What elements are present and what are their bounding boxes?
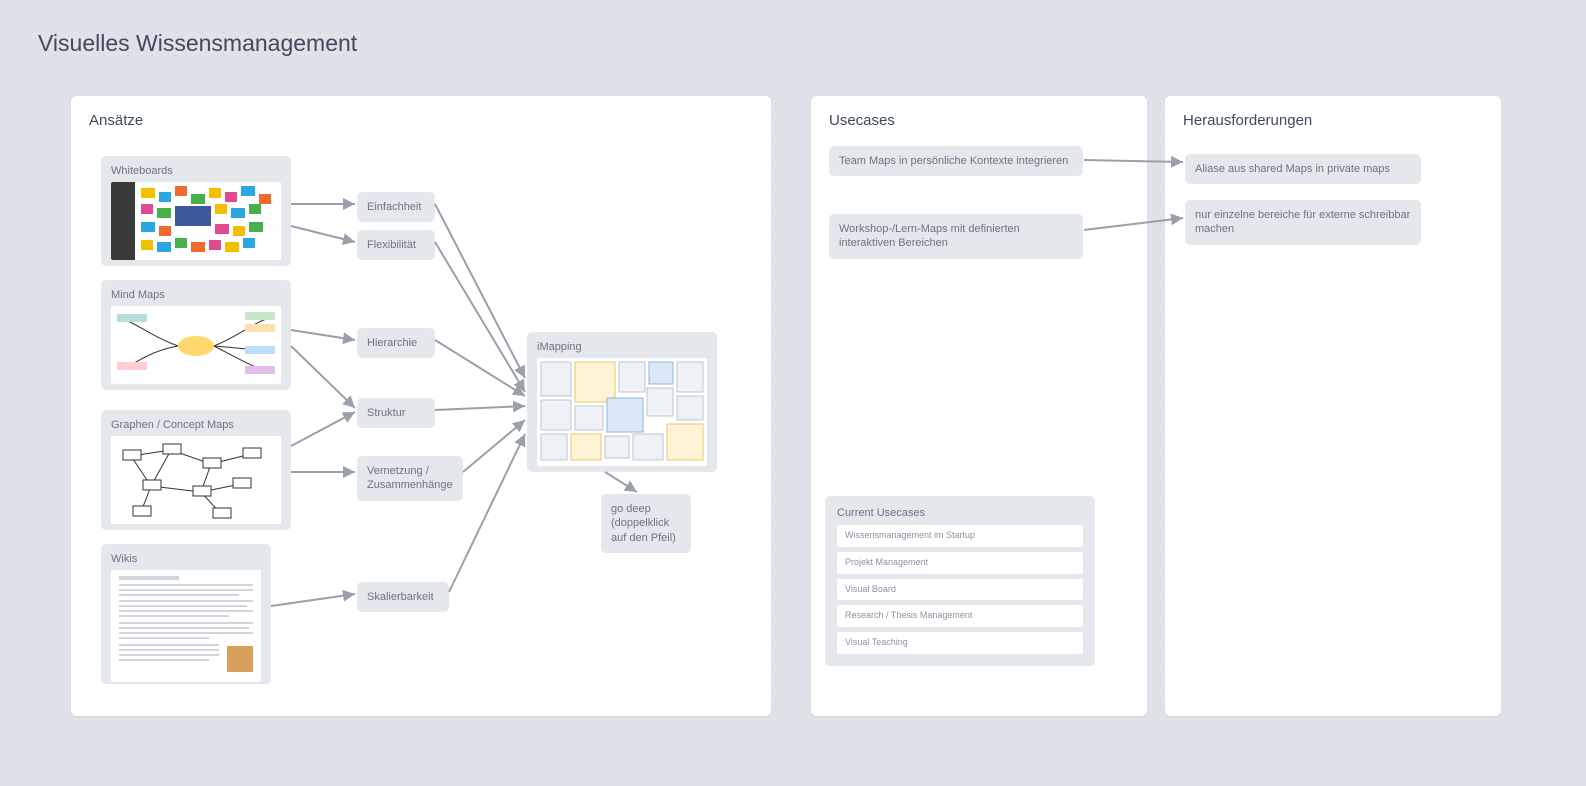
card-struktur[interactable]: Struktur	[357, 398, 435, 428]
card-wikis[interactable]: Wikis	[101, 544, 271, 684]
card-mindmaps[interactable]: Mind Maps	[101, 280, 291, 390]
thumb-mindmaps	[111, 306, 281, 384]
thumb-wikis	[111, 570, 261, 682]
page-title: Visuelles Wissensmanagement	[38, 30, 357, 57]
panel-ansatze[interactable]: Ansätze Whiteboards Mind Maps	[71, 96, 771, 716]
panel-usecases[interactable]: Usecases Team Maps in persönliche Kontex…	[811, 96, 1147, 716]
card-einfachheit[interactable]: Einfachheit	[357, 192, 435, 222]
label-graphen: Graphen / Concept Maps	[111, 418, 281, 432]
card-usecase-workshop[interactable]: Workshop-/Lern-Maps mit definierten inte…	[829, 214, 1083, 259]
card-usecase-team[interactable]: Team Maps in persönliche Kontexte integr…	[829, 146, 1083, 176]
label-current-usecases: Current Usecases	[837, 506, 1083, 520]
current-item-3[interactable]: Research / Thesis Management	[837, 605, 1083, 627]
card-godeep-hint[interactable]: go deep (doppelklick auf den Pfeil)	[601, 494, 691, 553]
card-graphen[interactable]: Graphen / Concept Maps	[101, 410, 291, 530]
card-hierarchie[interactable]: Hierarchie	[357, 328, 435, 358]
current-item-0[interactable]: Wissensmanagement im Startup	[837, 525, 1083, 547]
current-item-1[interactable]: Projekt Management	[837, 552, 1083, 574]
card-skalierbarkeit[interactable]: Skalierbarkeit	[357, 582, 449, 612]
current-item-2[interactable]: Visual Board	[837, 579, 1083, 601]
card-imapping[interactable]: iMapping	[527, 332, 717, 472]
current-item-4[interactable]: Visual Teaching	[837, 632, 1083, 654]
label-wikis: Wikis	[111, 552, 261, 566]
thumb-whiteboards	[111, 182, 281, 260]
canvas[interactable]: Visuelles Wissensmanagement Ansätze Whit…	[0, 0, 1586, 786]
thumb-graphen	[111, 436, 281, 524]
card-heraus-bereiche[interactable]: nur einzelne bereiche für externe schrei…	[1185, 200, 1421, 245]
label-mindmaps: Mind Maps	[111, 288, 281, 302]
panel-usecases-title: Usecases	[829, 112, 1129, 129]
label-imapping: iMapping	[537, 340, 707, 354]
panel-ansatze-title: Ansätze	[89, 112, 753, 129]
card-heraus-aliase[interactable]: Aliase aus shared Maps in private maps	[1185, 154, 1421, 184]
label-whiteboards: Whiteboards	[111, 164, 281, 178]
card-current-usecases[interactable]: Current Usecases Wissensmanagement im St…	[825, 496, 1095, 666]
thumb-imapping	[537, 358, 707, 466]
panel-heraus-title: Herausforderungen	[1183, 112, 1483, 129]
card-flexibilitat[interactable]: Flexibilität	[357, 230, 435, 260]
panel-herausforderungen[interactable]: Herausforderungen Aliase aus shared Maps…	[1165, 96, 1501, 716]
card-vernetzung[interactable]: Vernetzung / Zusammenhänge	[357, 456, 463, 501]
card-whiteboards[interactable]: Whiteboards	[101, 156, 291, 266]
